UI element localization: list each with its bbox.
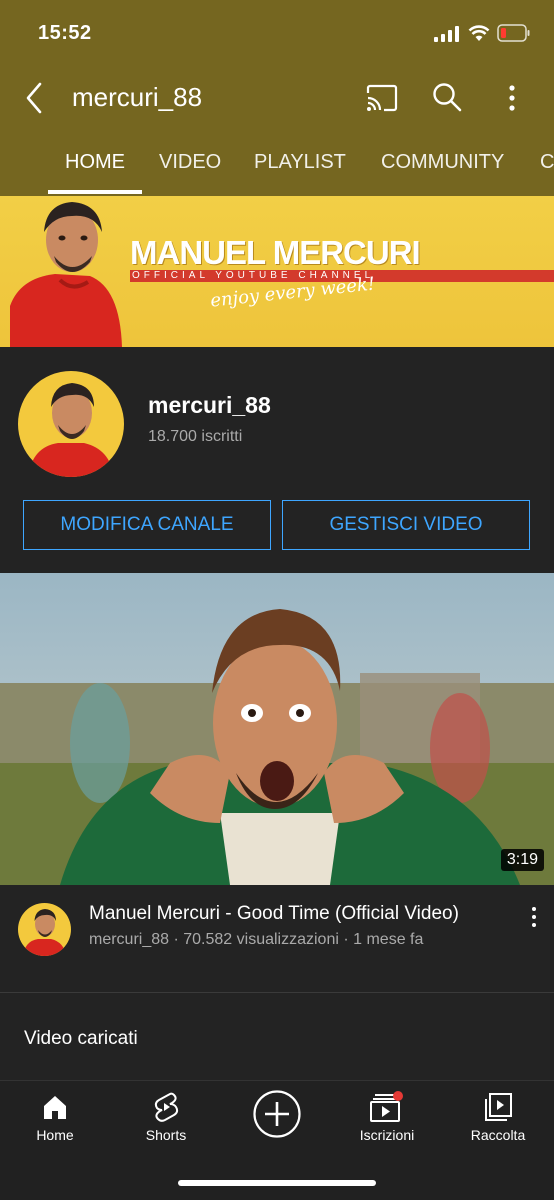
section-divider xyxy=(0,992,554,993)
nav-library[interactable]: Raccolta xyxy=(443,1081,553,1161)
nav-create[interactable] xyxy=(222,1081,332,1161)
home-indicator xyxy=(178,1180,376,1186)
cast-icon[interactable] xyxy=(366,84,398,112)
uploads-section-title: Video caricati xyxy=(24,1028,138,1049)
nav-shorts-label: Shorts xyxy=(145,1127,187,1143)
tab-community[interactable]: COMMUNITY xyxy=(381,150,504,196)
nav-library-label: Raccolta xyxy=(470,1127,526,1143)
nav-subscriptions[interactable]: Iscrizioni xyxy=(332,1081,442,1161)
subscriber-count: 18.700 iscritti xyxy=(148,428,243,445)
header-channel-name: mercuri_88 xyxy=(72,82,203,112)
channel-avatar[interactable] xyxy=(18,371,124,477)
subscriptions-icon xyxy=(370,1091,403,1122)
video-channel-avatar[interactable] xyxy=(18,903,71,956)
cellular-signal-icon xyxy=(434,26,459,42)
nav-shorts[interactable]: Shorts xyxy=(111,1081,221,1161)
video-title[interactable]: Manuel Mercuri - Good Time (Official Vid… xyxy=(89,903,459,925)
tab-video[interactable]: VIDEO xyxy=(159,150,221,196)
video-duration-badge: 3:19 xyxy=(500,849,544,871)
video-metadata: mercuri_88 · 70.582 visualizzazioni · 1 … xyxy=(89,931,424,948)
notification-dot xyxy=(393,1091,403,1101)
featured-video-thumbnail[interactable]: 3:19 xyxy=(0,573,554,885)
video-more-options-icon[interactable] xyxy=(528,906,540,928)
nav-home[interactable]: Home xyxy=(0,1081,110,1161)
manage-videos-button[interactable]: GESTISCI VIDEO xyxy=(282,500,530,550)
shorts-icon xyxy=(154,1092,179,1122)
video-thumbnail-image xyxy=(0,573,554,885)
status-bar: 15:52 xyxy=(0,0,554,62)
home-icon xyxy=(44,1096,66,1119)
small-avatar-portrait xyxy=(23,909,66,956)
tab-channels-partial[interactable]: C xyxy=(540,150,554,196)
library-icon xyxy=(485,1093,512,1121)
channel-handle: mercuri_88 xyxy=(148,392,271,418)
active-tab-indicator xyxy=(48,190,142,194)
status-time: 15:52 xyxy=(38,22,92,44)
battery-low-icon xyxy=(497,24,530,42)
nav-subscriptions-label: Iscrizioni xyxy=(359,1127,415,1143)
create-icon xyxy=(253,1090,301,1138)
banner-portrait xyxy=(10,202,122,347)
wifi-icon xyxy=(468,25,490,41)
app-header: mercuri_88 HOME VIDEO PLAYLIST COMMUNITY… xyxy=(0,62,554,196)
more-options-icon[interactable] xyxy=(503,82,521,114)
nav-home-label: Home xyxy=(36,1127,74,1143)
back-arrow-icon[interactable] xyxy=(20,80,48,116)
search-icon[interactable] xyxy=(432,82,462,112)
tab-playlist[interactable]: PLAYLIST xyxy=(254,150,346,196)
edit-channel-button[interactable]: MODIFICA CANALE xyxy=(23,500,271,550)
channel-banner: MANUEL MERCURI OFFICIAL YOUTUBE CHANNEL … xyxy=(0,196,554,347)
banner-title: MANUEL MERCURI xyxy=(130,234,421,271)
avatar-portrait xyxy=(28,383,114,477)
